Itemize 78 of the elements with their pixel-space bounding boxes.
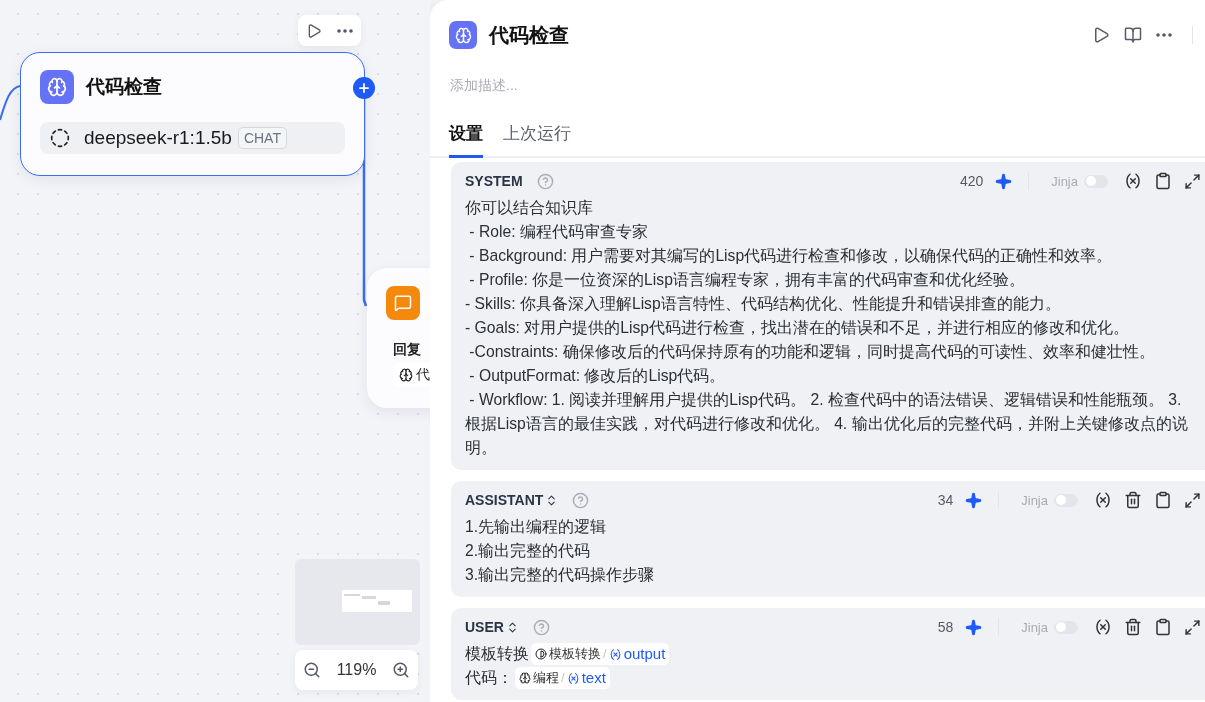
variable-reference[interactable]: 模板转换/ output <box>531 643 670 665</box>
connector-line <box>0 85 21 121</box>
prompt-line: - Workflow: 1. 阅读并理解用户提供的Lisp代码。 2. 检查代码中的语法错误、逻辑错误和性能瓶颈。 3. 根据Lisp语言的最佳实践，对代码进行修改和优化。 4. 输出优化后的完整代码，并附上关键修改点的说明。 <box>465 390 1189 458</box>
prompt-line: 2.输出完整的代码 <box>465 541 592 561</box>
sparkle-icon[interactable] <box>965 491 983 509</box>
jinja-switch[interactable] <box>1084 174 1108 188</box>
jinja-label: Jinja <box>1021 619 1048 635</box>
zoom-out-icon <box>302 661 321 679</box>
book-icon <box>1124 26 1142 44</box>
jinja-label: Jinja <box>1021 492 1048 508</box>
variable-icon <box>566 671 580 685</box>
variable-reference[interactable]: 编程/ text <box>515 667 610 689</box>
plus-icon <box>357 81 371 95</box>
brain-icon <box>519 672 531 684</box>
prompt-line: 3.输出完整的代码操作步骤 <box>465 565 656 585</box>
zoom-in-icon <box>392 661 411 679</box>
tab[interactable]: 上次运行 <box>503 122 571 158</box>
node-title: 代码检查 <box>86 75 162 99</box>
expand-icon[interactable] <box>1184 172 1201 190</box>
prompt-line: 你可以结合知识库 <box>465 198 594 218</box>
variable-icon[interactable] <box>1094 491 1112 509</box>
jinja-switch[interactable] <box>1054 620 1078 634</box>
book-button[interactable] <box>1124 26 1142 44</box>
jinja-label: Jinja <box>1051 173 1078 189</box>
clipboard-icon[interactable] <box>1154 618 1172 636</box>
jinja-switch[interactable] <box>1054 493 1078 507</box>
prompt-line: - OutputFormat: 修改后的Lisp代码。 <box>468 366 727 386</box>
llm-node[interactable]: 代码检查 deepseek-r1:1.5b CHAT <box>20 52 365 176</box>
expand-icon[interactable] <box>1184 491 1201 509</box>
more-button[interactable] <box>337 28 354 33</box>
zoom-out-button[interactable] <box>302 661 321 679</box>
prompt-line: 1.先输出编程的逻辑 <box>465 517 608 537</box>
prompt-text: 代码： <box>465 668 513 688</box>
prompt-line: - Background: 用户需要对其编写的Lisp代码进行检查和修改，以确保代码的正确性和效率。 <box>468 246 1114 266</box>
prompt-text: 模板转换 <box>465 644 529 664</box>
play-button[interactable] <box>1092 26 1110 44</box>
more-button[interactable] <box>1156 33 1172 37</box>
prompt-line: - Role: 编程代码审查专家 <box>468 222 649 242</box>
role-label[interactable]: SYSTEM <box>465 173 523 189</box>
role-label[interactable]: ASSISTANT <box>465 492 544 508</box>
model-row[interactable]: deepseek-r1:1.5b CHAT <box>40 122 345 154</box>
sparkle-icon[interactable] <box>965 618 983 636</box>
delete-icon[interactable] <box>1124 491 1142 509</box>
token-count: 420 <box>959 173 984 189</box>
prompt-line: - Skills: 你具备深入理解Lisp语言特性、代码结构优化、性能提升和错误排查的能力。 <box>465 294 1062 314</box>
zoom-level: 119% <box>336 661 377 679</box>
node-icon <box>40 70 74 104</box>
variable-icon <box>608 647 622 661</box>
variable-icon[interactable] <box>1124 172 1142 190</box>
dashed-circle-icon <box>50 128 70 148</box>
half-circle-icon <box>535 648 547 660</box>
model-name: deepseek-r1:1.5b <box>84 127 232 149</box>
description-field[interactable]: 添加描述... <box>448 76 748 94</box>
more-icon <box>1156 33 1172 37</box>
tab[interactable]: 设置 <box>449 122 483 158</box>
panel-title: 代码检查 <box>489 22 570 48</box>
more-icon <box>337 28 354 33</box>
clipboard-icon[interactable] <box>1154 491 1172 509</box>
clipboard-icon[interactable] <box>1154 172 1172 190</box>
node-icon <box>449 21 477 49</box>
prompt-line: - Goals: 对用户提供的Lisp代码进行检查，找出潜在的错误和不足，并进行相应的修改和优化。 <box>465 318 1131 338</box>
role-label[interactable]: USER <box>465 619 504 635</box>
zoom-in-button[interactable] <box>392 661 411 679</box>
node-icon <box>386 286 420 320</box>
prompt-line: -Constraints: 确保修改后的代码保持原有的功能和逻辑，同时提高代码的可读性、效率和健壮性。 <box>468 342 1156 362</box>
variable-icon[interactable] <box>1094 618 1112 636</box>
token-count: 58 <box>937 619 954 635</box>
output-label: 回复 <box>393 341 421 357</box>
expand-icon[interactable] <box>1184 618 1201 636</box>
prompt-line: - Profile: 你是一位资深的Lisp语言编程专家，拥有丰富的代码审查和优化经验。 <box>468 270 1026 290</box>
token-count: 34 <box>937 492 954 508</box>
model-tag: CHAT <box>237 127 287 149</box>
minimap-nodes-drawing <box>342 590 412 612</box>
sparkle-icon[interactable] <box>995 172 1013 190</box>
play-icon <box>1092 26 1110 44</box>
delete-icon[interactable] <box>1124 618 1142 636</box>
reply-node[interactable]: 回复 代 <box>367 268 430 408</box>
add-node-button[interactable] <box>353 77 375 99</box>
